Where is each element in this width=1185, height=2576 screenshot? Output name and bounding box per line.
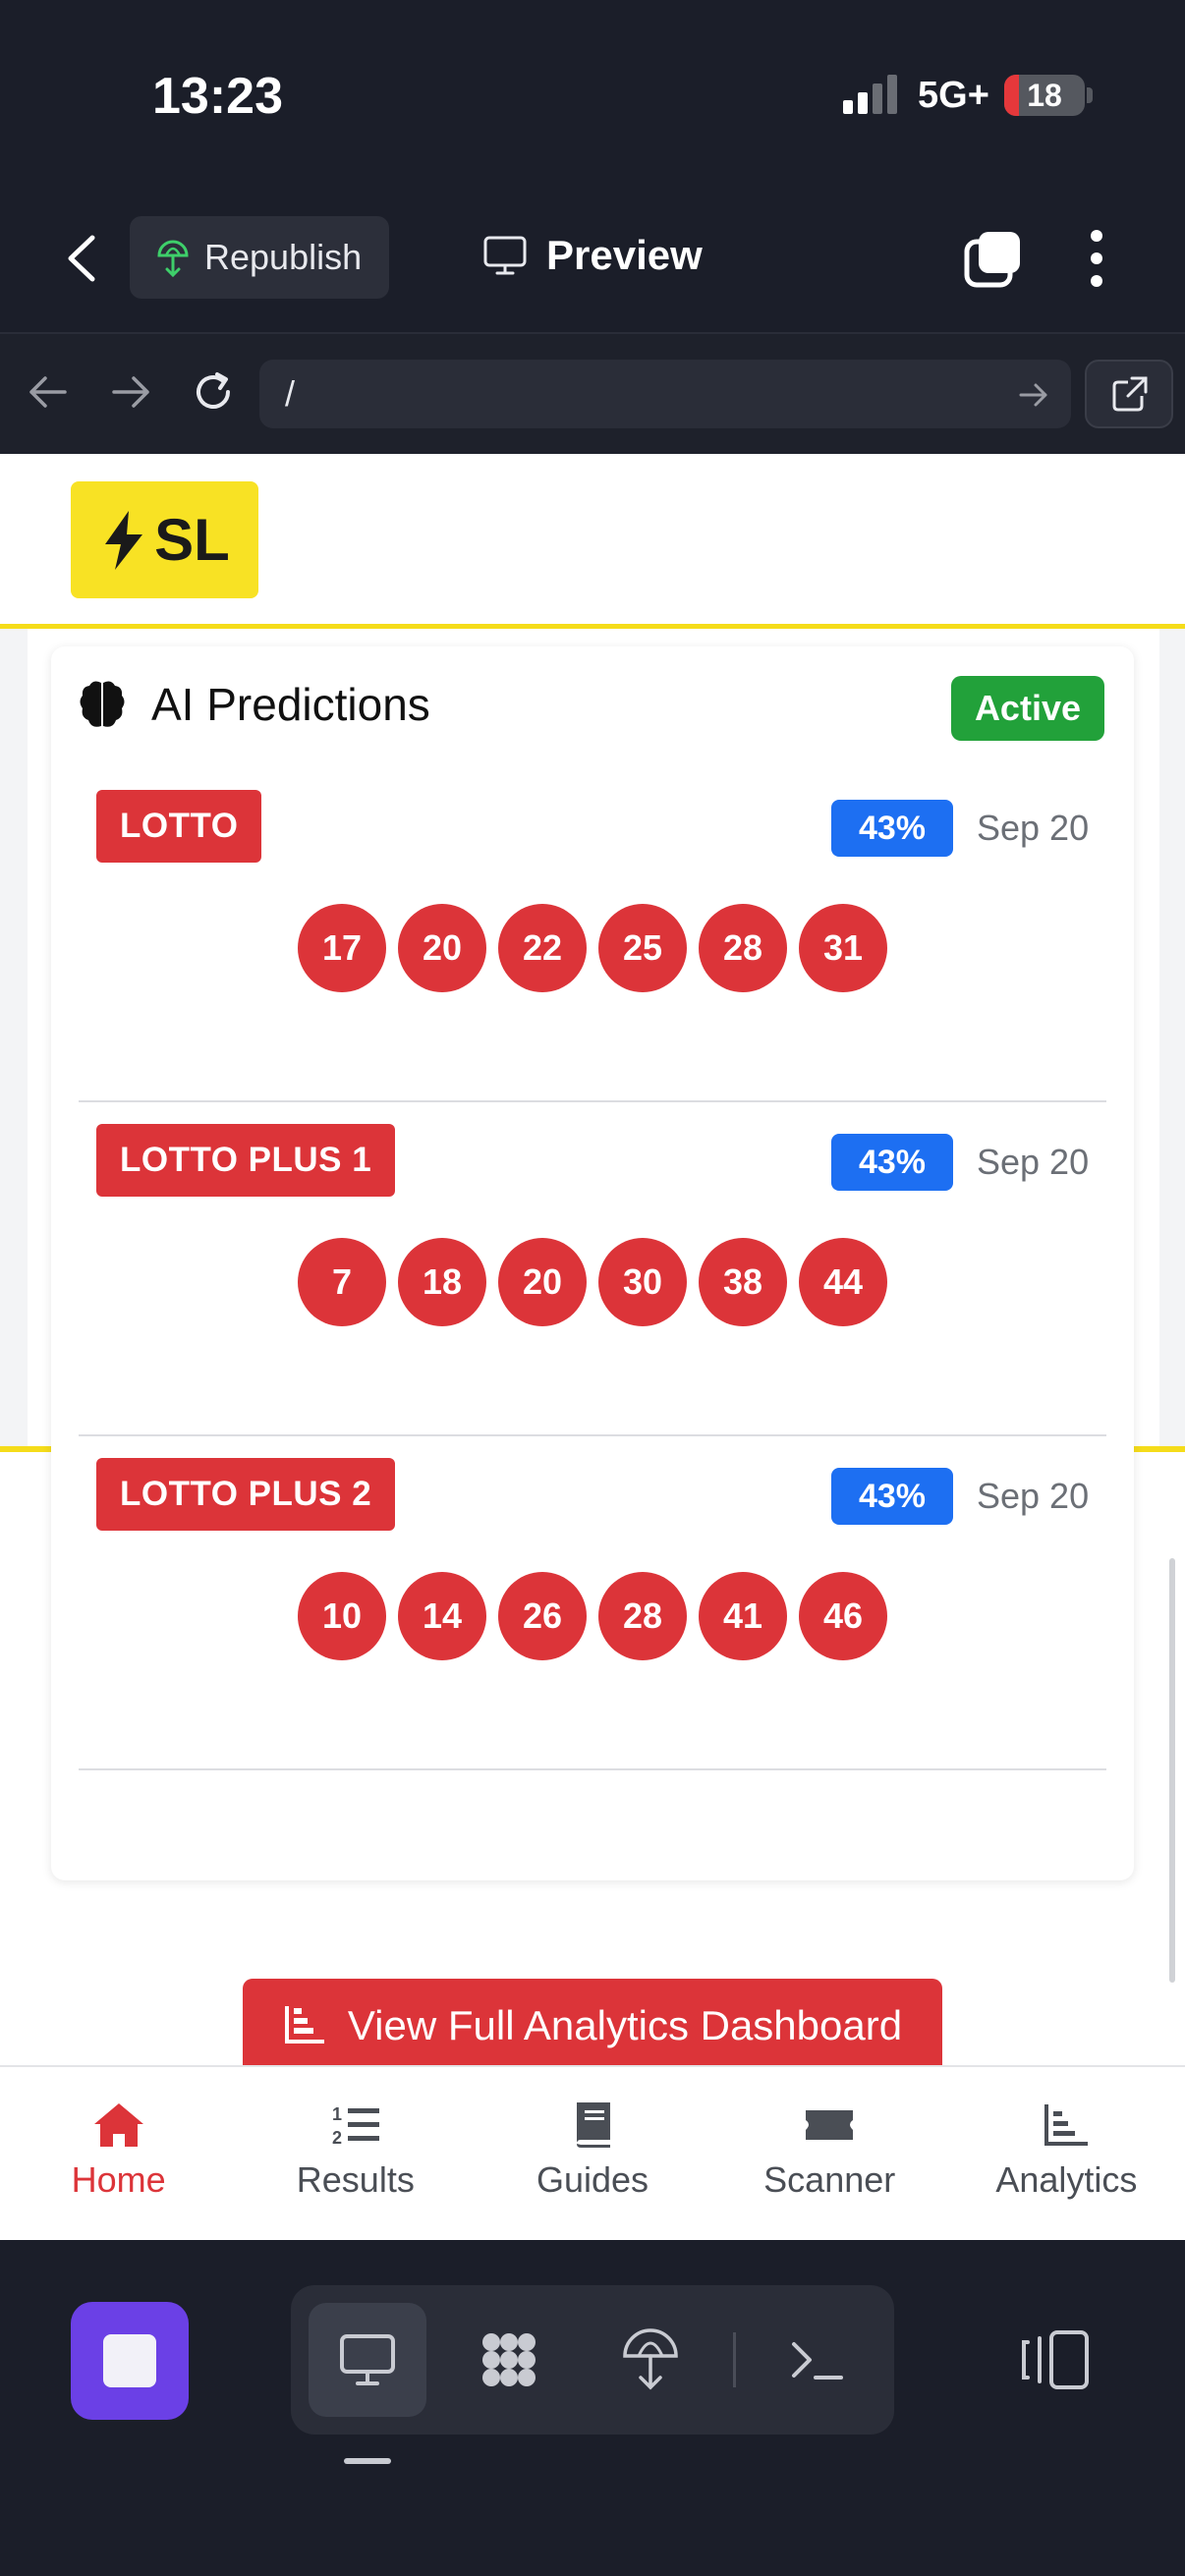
brain-icon [80,681,125,727]
panel-toggle-icon[interactable] [1018,2328,1093,2391]
svg-text:1: 1 [332,2104,342,2124]
agent-icon[interactable] [478,2328,540,2391]
battery-icon: 18 [1004,75,1085,116]
prediction-item: LOTTO PLUS 2 43% Sep 20 10 14 26 28 41 4… [79,1436,1106,1770]
number-ball: 10 [298,1572,386,1660]
more-vertical-icon[interactable] [1085,228,1108,289]
number-ball: 17 [298,904,386,992]
deploy-icon [157,240,189,277]
preview-toggle[interactable]: Preview [483,232,703,279]
number-ball: 20 [498,1238,587,1326]
stop-button[interactable] [71,2302,189,2420]
card-header: AI Predictions [79,678,430,731]
republish-label: Republish [204,237,363,277]
external-link-icon [1112,376,1148,412]
number-ball: 22 [498,904,587,992]
site-logo[interactable]: SL [71,481,258,598]
home-indicator [344,2458,391,2464]
chart-icon [284,2006,324,2044]
number-ball: 31 [799,904,887,992]
confidence-badge: 43% [831,1468,953,1525]
prediction-item: LOTTO PLUS 1 43% Sep 20 7 18 20 30 38 44 [79,1102,1106,1436]
nav-label: Home [71,2159,166,2200]
web-preview: SL AI Predictions Active LOTTO 43% Sep 2… [0,454,1185,2065]
tabs-icon[interactable] [963,228,1024,289]
nav-label: Results [296,2159,415,2200]
confidence-badge: 43% [831,1134,953,1191]
number-ball: 41 [699,1572,787,1660]
nav-guides[interactable]: Guides [474,2067,710,2240]
republish-button[interactable]: Republish [130,216,389,299]
nav-results[interactable]: 1 2 Results [237,2067,474,2240]
number-ball: 44 [799,1238,887,1326]
numbered-list-icon: 1 2 [332,2104,379,2148]
number-ball: 7 [298,1238,386,1326]
number-balls: 17 20 22 25 28 31 [79,904,1106,992]
number-ball: 30 [598,1238,687,1326]
battery-tip [1087,87,1093,103]
network-type: 5G+ [918,75,989,116]
predictions-card: AI Predictions Active LOTTO 43% Sep 20 1… [51,646,1134,1880]
monitor-icon [340,2334,395,2385]
card-title: AI Predictions [151,679,430,730]
number-balls: 7 18 20 30 38 44 [79,1238,1106,1326]
nav-scanner[interactable]: Scanner [711,2067,948,2240]
monitor-icon [483,236,527,275]
open-external-button[interactable] [1085,360,1173,428]
signal-icon [843,75,897,114]
chart-icon [1044,2104,1089,2146]
number-ball: 25 [598,904,687,992]
url-input[interactable]: / [259,360,1071,428]
game-badge: LOTTO PLUS 1 [96,1124,396,1197]
terminal-icon[interactable] [786,2328,849,2391]
logo-text: SL [154,507,230,573]
nav-forward-arrow-icon[interactable] [108,369,153,415]
status-time: 13:23 [152,68,283,125]
book-icon [577,2102,610,2148]
back-chevron-icon[interactable] [63,234,102,283]
site-header: SL [0,454,1185,629]
divider [733,2332,736,2387]
page-background [0,629,28,1446]
nav-home[interactable]: Home [0,2067,237,2240]
prediction-date: Sep 20 [977,808,1090,848]
number-ball: 28 [598,1572,687,1660]
prediction-date: Sep 20 [977,1142,1090,1182]
status-badge: Active [950,676,1104,741]
nav-label: Scanner [763,2159,896,2200]
game-badge: LOTTO PLUS 2 [96,1458,396,1531]
view-analytics-button[interactable]: View Full Analytics Dashboard [243,1979,942,2065]
svg-text:2: 2 [332,2128,342,2148]
prediction-item: LOTTO 43% Sep 20 17 20 22 25 28 31 [79,768,1106,1102]
deploy-icon[interactable] [619,2328,682,2391]
nav-analytics[interactable]: Analytics [948,2067,1185,2240]
bottom-nav: Home 1 2 Results Guides Scanner Analytic… [0,2065,1185,2240]
ticket-icon [806,2110,854,2140]
scrollbar[interactable] [1169,1558,1175,1983]
number-ball: 28 [699,904,787,992]
preview-label: Preview [546,232,703,278]
lightning-icon [105,510,143,570]
number-balls: 10 14 26 28 41 46 [79,1572,1106,1660]
confidence-badge: 43% [831,800,953,857]
prediction-date: Sep 20 [977,1476,1090,1516]
analytics-button-label: View Full Analytics Dashboard [347,2002,903,2048]
number-ball: 46 [799,1572,887,1660]
battery-level: 18 [1027,78,1062,113]
number-ball: 18 [398,1238,486,1326]
number-ball: 14 [398,1572,486,1660]
nav-back-arrow-icon[interactable] [26,369,71,415]
status-bar: 13:23 5G+ 18 [0,0,1185,196]
number-ball: 20 [398,904,486,992]
game-badge: LOTTO [96,790,262,863]
stop-icon [103,2334,156,2387]
number-ball: 38 [699,1238,787,1326]
go-arrow-icon[interactable] [1018,379,1049,411]
page-background [1159,629,1185,1446]
home-icon [93,2103,143,2147]
nav-label: Analytics [995,2159,1138,2200]
number-ball: 26 [498,1572,587,1660]
reload-icon[interactable] [191,369,236,415]
nav-label: Guides [536,2159,649,2200]
